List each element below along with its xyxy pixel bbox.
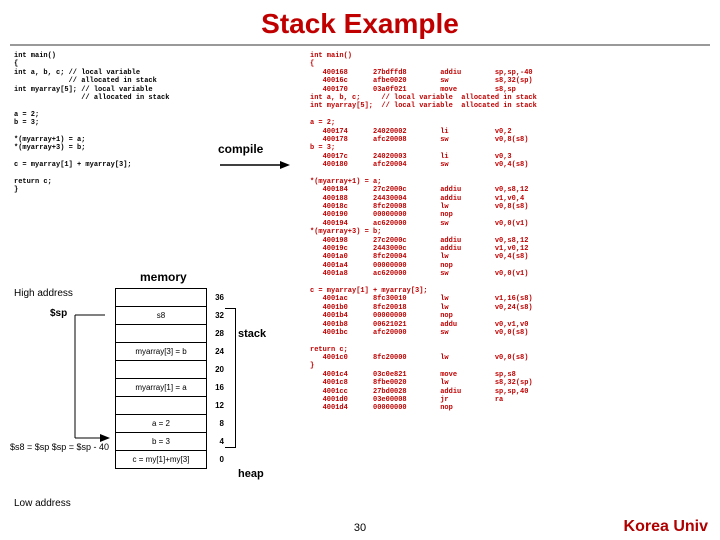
sp-label: $sp	[50, 308, 67, 319]
memory-row: myarray[1] = a16	[116, 379, 206, 397]
memory-row-offset: 16	[215, 383, 224, 392]
memory-row-offset: 20	[215, 365, 224, 374]
memory-row: s832	[116, 307, 206, 325]
high-address-label: High address	[14, 288, 73, 299]
memory-row: b = 34	[116, 433, 206, 451]
memory-row: 12	[116, 397, 206, 415]
slide-title: Stack Example	[10, 0, 710, 46]
memory-stack-box: 36s83228myarray[3] = b2420myarray[1] = a…	[115, 288, 207, 469]
memory-row: 36	[116, 289, 206, 307]
memory-row-label: c = my[1]+my[3]	[133, 455, 190, 464]
memory-row-offset: 12	[215, 401, 224, 410]
memory-row: 28	[116, 325, 206, 343]
memory-row-label: b = 3	[152, 437, 170, 446]
sp-equation: $s8 = $sp $sp = $sp - 40	[10, 442, 109, 452]
memory-row-offset: 32	[215, 311, 224, 320]
memory-row-offset: 0	[220, 455, 224, 464]
stack-label: stack	[238, 328, 266, 340]
sp-arrow-icon	[70, 313, 110, 443]
memory-row: myarray[3] = b24	[116, 343, 206, 361]
page-number: 30	[0, 522, 720, 534]
memory-row-label: myarray[3] = b	[135, 347, 186, 356]
low-address-label: Low address	[14, 498, 71, 509]
memory-row-offset: 4	[220, 437, 224, 446]
compile-label: compile	[218, 142, 263, 156]
slide-content: int main() { int a, b, c; // local varia…	[10, 50, 710, 520]
memory-row-offset: 36	[215, 293, 224, 302]
memory-row-offset: 8	[220, 419, 224, 428]
footer-logo: Korea Univ	[624, 518, 708, 536]
stack-bracket-icon	[225, 308, 236, 448]
compile-arrow-icon	[220, 156, 290, 164]
memory-row-offset: 24	[215, 347, 224, 356]
memory-row-label: myarray[1] = a	[135, 383, 186, 392]
memory-row-label: a = 2	[152, 419, 170, 428]
memory-row: 20	[116, 361, 206, 379]
memory-row-label: s8	[157, 311, 165, 320]
memory-row: c = my[1]+my[3]0	[116, 451, 206, 468]
memory-row-offset: 28	[215, 329, 224, 338]
c-source-code: int main() { int a, b, c; // local varia…	[14, 52, 264, 195]
memory-row: a = 28	[116, 415, 206, 433]
memory-label: memory	[140, 270, 187, 284]
assembly-code: int main() { 400168 27bdffd8 addiu sp,sp…	[310, 52, 710, 413]
heap-label: heap	[238, 468, 264, 480]
